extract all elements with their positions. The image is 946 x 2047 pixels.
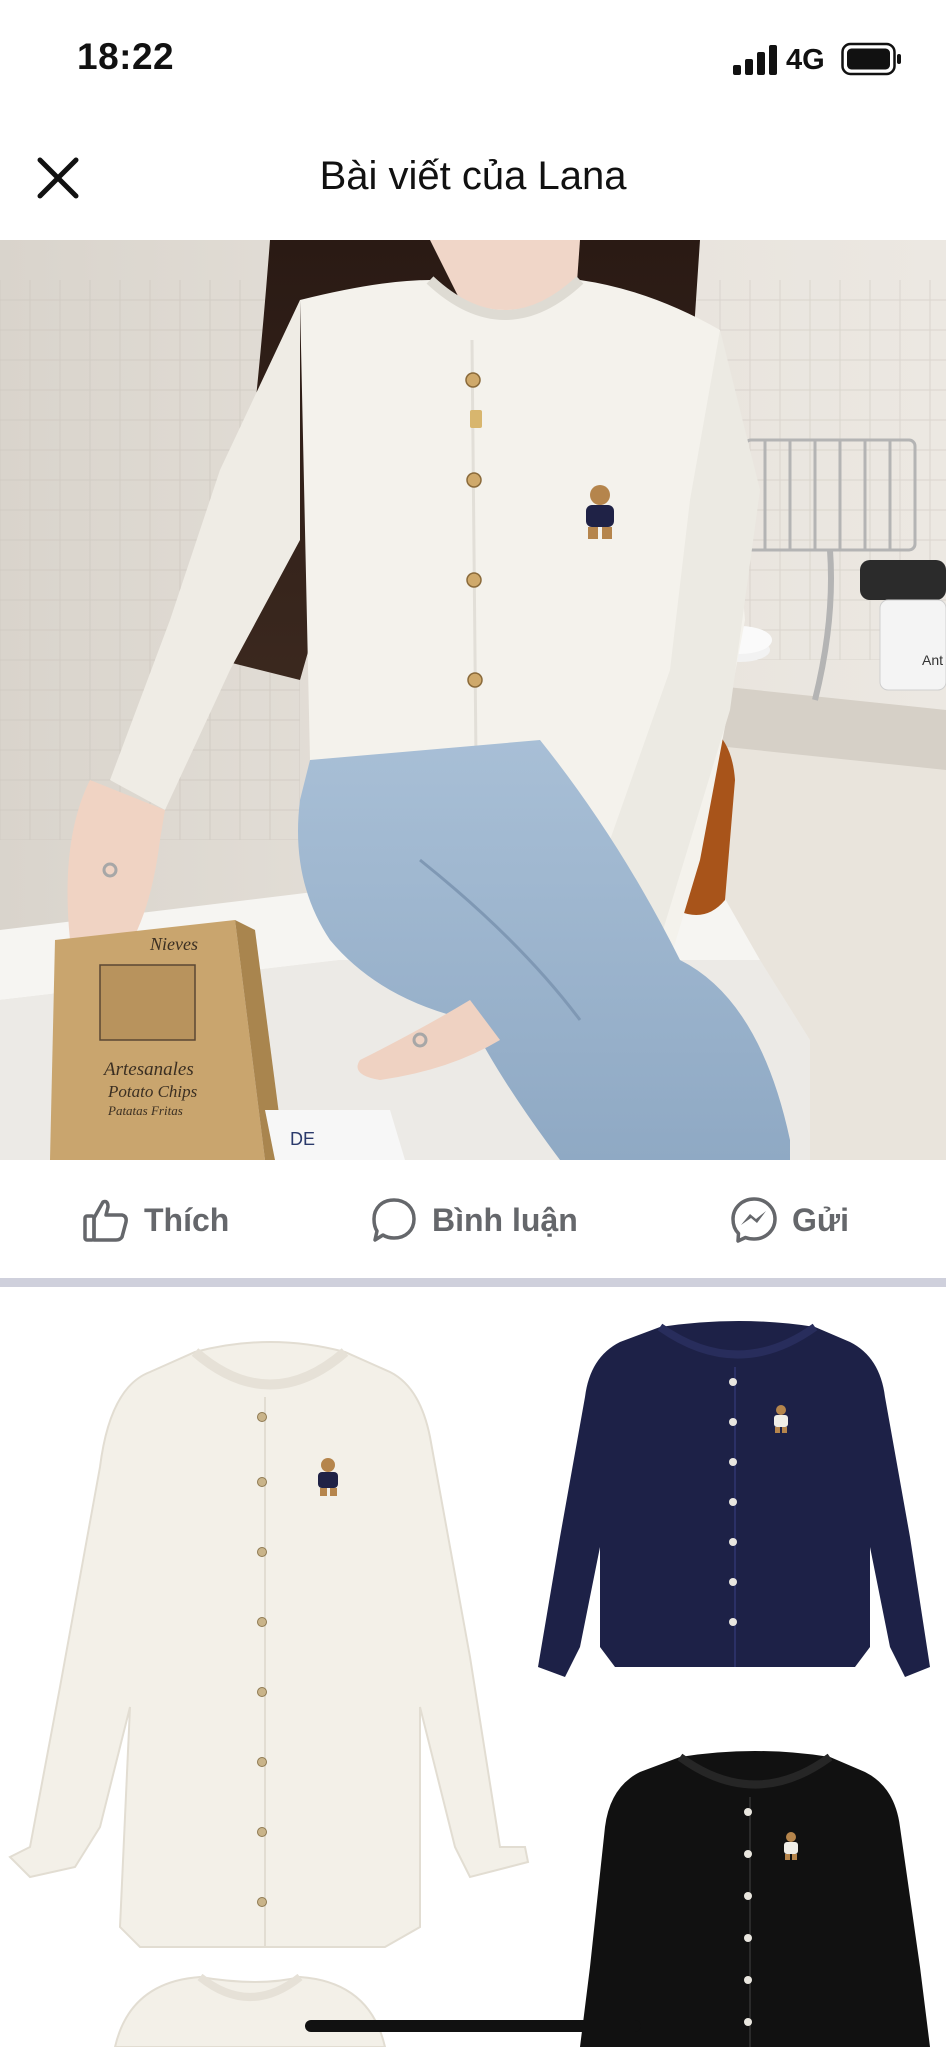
product-photo[interactable] xyxy=(0,1287,946,2047)
comment-label: Bình luận xyxy=(432,1201,578,1238)
comment-bubble-icon xyxy=(370,1196,418,1244)
comment-button[interactable]: Bình luận xyxy=(370,1160,578,1280)
signal-icon xyxy=(733,45,777,75)
thumbs-up-icon xyxy=(82,1196,130,1244)
battery-icon xyxy=(841,42,903,76)
appliance-text: Ant xyxy=(922,652,943,668)
black-cardigan-image xyxy=(580,1751,930,2047)
page-title: Bài viết của Lana xyxy=(319,154,627,198)
post-photo[interactable]: Ant Nieves Artesanales Potato Chips Pata… xyxy=(0,240,946,1160)
bag-text-subtitle: Potato Chips xyxy=(107,1082,198,1101)
status-time: 18:22 xyxy=(77,36,175,77)
network-label: 4G xyxy=(786,44,825,76)
post-action-bar: Thích Bình luận Gửi xyxy=(0,1160,946,1280)
section-divider xyxy=(0,1278,946,1287)
bag-text-title: Artesanales xyxy=(102,1059,194,1080)
like-label: Thích xyxy=(144,1201,230,1238)
post-header: Bài viết của Lana xyxy=(0,118,946,240)
box-text: DE xyxy=(290,1129,315,1149)
send-button[interactable]: Gửi xyxy=(730,1160,849,1280)
like-button[interactable]: Thích xyxy=(82,1160,229,1280)
bag-text-small: Patatas Fritas xyxy=(107,1103,183,1118)
home-indicator[interactable] xyxy=(305,2020,641,2032)
messenger-icon xyxy=(730,1196,778,1244)
send-label: Gửi xyxy=(792,1201,849,1238)
bag-text-brand: Nieves xyxy=(149,934,198,954)
status-bar: 18:22 4G xyxy=(0,0,946,118)
